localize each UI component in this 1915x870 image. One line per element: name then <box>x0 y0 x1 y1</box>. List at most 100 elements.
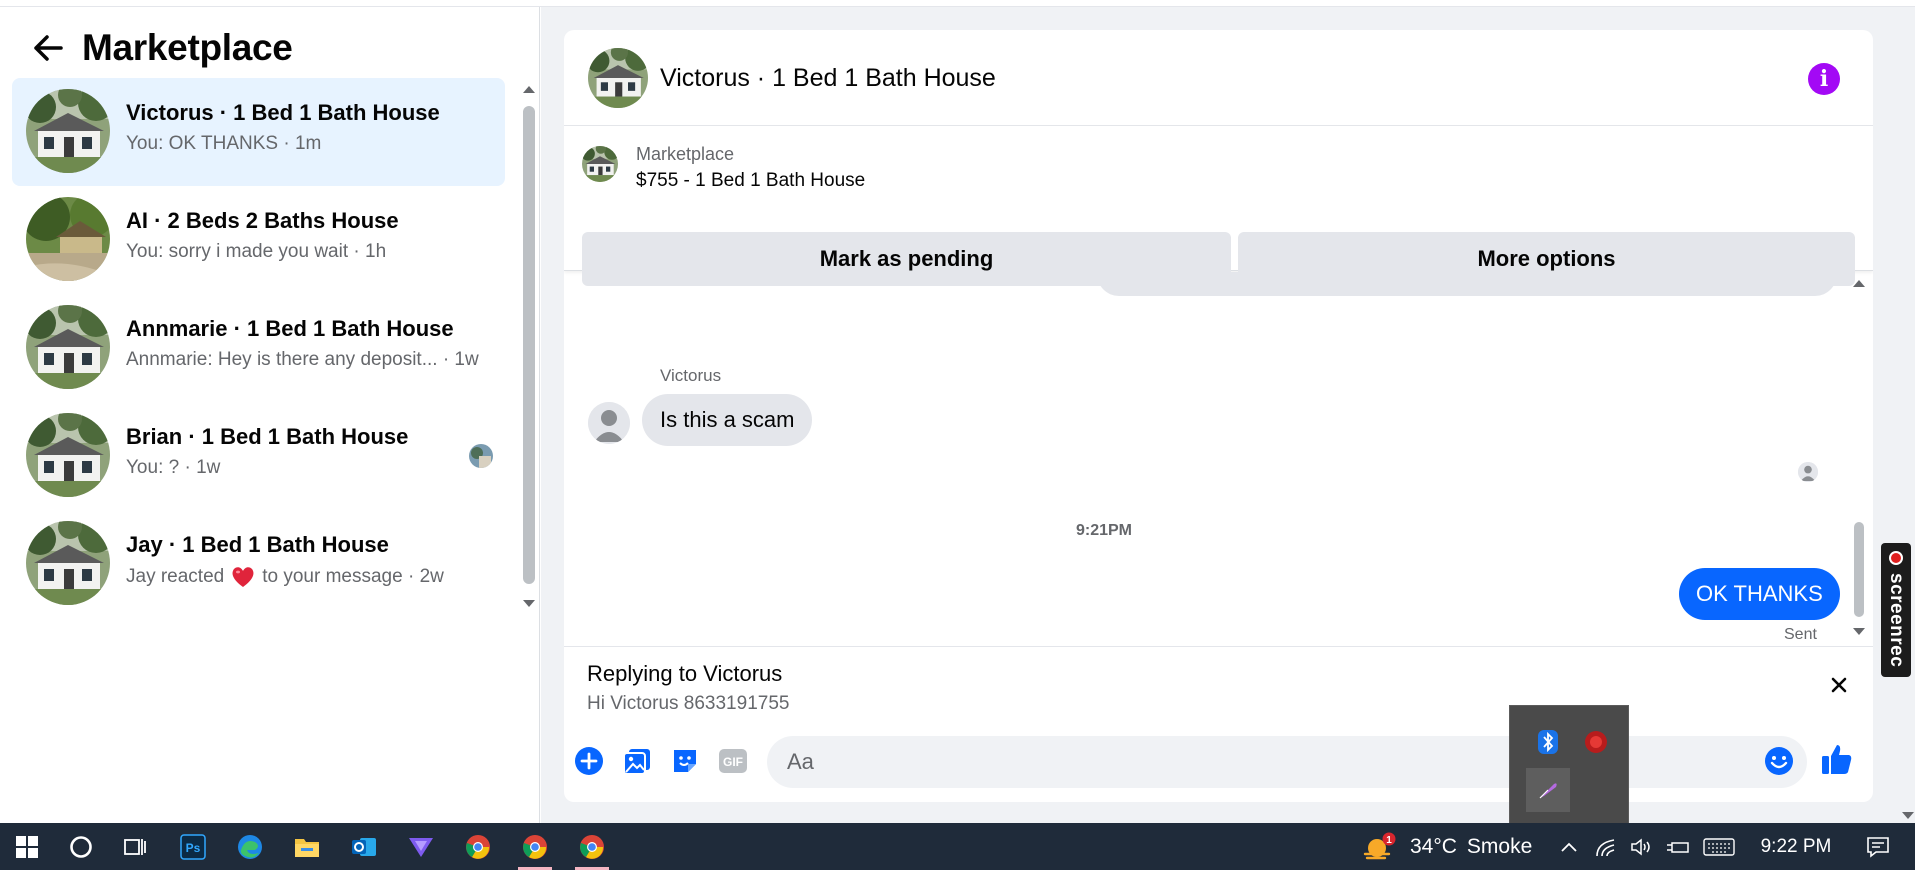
edge-icon <box>238 834 262 859</box>
folder-icon <box>295 838 319 857</box>
taskbar-edge[interactable] <box>227 823 273 870</box>
emoji-button[interactable] <box>1762 744 1796 778</box>
tray-overflow-popup <box>1509 705 1629 825</box>
scrollbar-thumb[interactable] <box>523 106 535 584</box>
listing-thumbnail[interactable] <box>582 146 618 182</box>
previous-message-bubble <box>1097 272 1837 296</box>
taskbar-vpn[interactable] <box>398 823 444 870</box>
conversation-preview: You: OK THANKS · 1m <box>126 133 322 154</box>
thumbs-up-icon <box>1822 745 1852 774</box>
back-button[interactable] <box>28 28 68 68</box>
network-tray-button[interactable] <box>1590 823 1622 870</box>
task-view-button[interactable] <box>112 823 158 870</box>
listing-banner: Marketplace $755 - 1 Bed 1 Bath House Ma… <box>564 126 1873 286</box>
arrow-left-icon <box>34 35 63 61</box>
taskbar-chrome-3[interactable] <box>569 823 615 870</box>
vpn-triangle-icon <box>409 837 433 857</box>
conversation-title: Victorus · 1 Bed 1 Bath House <box>126 100 440 125</box>
sidebar-header: Marketplace <box>28 26 293 70</box>
incoming-message-bubble[interactable]: Is this a scam <box>642 394 813 446</box>
scroll-up-icon[interactable] <box>1853 280 1865 287</box>
sidebar-scrollbar[interactable] <box>521 80 537 610</box>
page-scroll-down-icon[interactable] <box>1902 812 1914 819</box>
keyboard-icon <box>1703 837 1735 856</box>
keyboard-tray-button[interactable] <box>1700 823 1738 870</box>
message-composer: GIF <box>564 730 1873 794</box>
info-button[interactable]: i <box>1808 63 1840 95</box>
reply-title: Replying to Victorus <box>587 661 783 686</box>
listing-thumbnail <box>26 305 110 389</box>
conversation-preview: Annmarie: Hey is there any deposit... · … <box>126 349 479 370</box>
outgoing-message-bubble[interactable]: OK THANKS <box>1679 568 1840 620</box>
screenrec-widget[interactable]: screenrec <box>1881 543 1911 677</box>
bluetooth-icon <box>1538 730 1558 754</box>
show-hidden-icons-button[interactable] <box>1554 823 1584 870</box>
read-receipt-avatar <box>1798 462 1818 482</box>
listing-thumbnail <box>26 413 110 497</box>
seen-avatar <box>469 444 493 468</box>
scroll-down-icon[interactable] <box>1853 628 1865 635</box>
conversation-preview: You: sorry i made you wait · 1h <box>126 241 387 262</box>
sender-name: Victorus <box>660 366 722 385</box>
listing-label: Marketplace <box>636 144 735 164</box>
preview-text-start: Jay reacted <box>126 566 225 587</box>
conversation-item-brian[interactable]: Brian · 1 Bed 1 Bath House You: ? · 1w <box>12 402 505 510</box>
conversation-preview: Jay reacted to your message · 2w <box>126 565 444 589</box>
gif-icon: GIF <box>719 749 747 773</box>
sticker-button[interactable] <box>668 744 702 778</box>
battery-tray-button[interactable] <box>1662 823 1694 870</box>
conversation-item-victorus[interactable]: Victorus · 1 Bed 1 Bath House You: OK TH… <box>12 78 505 186</box>
attach-photo-button[interactable] <box>620 744 654 778</box>
more-actions-button[interactable] <box>572 744 606 778</box>
thread-scrollbar[interactable] <box>1851 272 1867 642</box>
photoshop-icon: Ps <box>180 833 206 860</box>
outlook-icon <box>352 837 376 856</box>
search-button[interactable] <box>58 823 104 870</box>
conversation-item-ai[interactable]: AI · 2 Beds 2 Baths House You: sorry i m… <box>12 186 505 294</box>
heart-icon <box>232 567 254 587</box>
weather-widget-icon[interactable]: 1 <box>1362 823 1398 870</box>
sticker-icon <box>674 750 696 772</box>
weather-temperature: 34°C <box>1410 834 1457 858</box>
notifications-button[interactable] <box>1858 823 1898 870</box>
taskbar-chrome-2[interactable] <box>512 823 558 870</box>
scroll-down-icon[interactable] <box>523 600 535 607</box>
scrollbar-thumb[interactable] <box>1854 522 1864 617</box>
conversation-item-jay[interactable]: Jay · 1 Bed 1 Bath House Jay reacted to … <box>12 510 505 618</box>
chat-header: Victorus · 1 Bed 1 Bath House i <box>564 30 1873 126</box>
clock[interactable]: 9:22 PM <box>1752 823 1840 870</box>
power-plug-icon <box>1667 841 1689 853</box>
record-icon <box>1889 551 1903 565</box>
taskbar-file-explorer[interactable] <box>284 823 330 870</box>
volume-tray-button[interactable] <box>1626 823 1658 870</box>
close-reply-button[interactable] <box>1823 669 1855 701</box>
sender-avatar[interactable] <box>588 402 630 444</box>
feather-icon <box>1539 783 1557 799</box>
svg-text:1: 1 <box>1386 835 1392 846</box>
chat-avatar[interactable] <box>588 48 648 108</box>
taskbar-chrome-1[interactable] <box>455 823 501 870</box>
taskbar-outlook[interactable] <box>341 823 387 870</box>
task-view-icon <box>124 838 146 855</box>
conversation-title: AI · 2 Beds 2 Baths House <box>126 208 399 233</box>
bluetooth-tray-button[interactable] <box>1526 720 1570 764</box>
chat-panel: Victorus · 1 Bed 1 Bath House i Marketpl… <box>564 30 1873 802</box>
chrome-icon <box>466 834 490 859</box>
weather-text[interactable]: 34°C Smoke <box>1410 823 1534 870</box>
svg-text:Ps: Ps <box>186 841 201 855</box>
like-button[interactable] <box>1820 742 1854 776</box>
message-input[interactable] <box>767 736 1807 788</box>
start-button[interactable] <box>4 823 50 870</box>
pen-tray-button[interactable] <box>1526 768 1570 812</box>
listing-price-title[interactable]: $755 - 1 Bed 1 Bath House <box>636 170 865 192</box>
message-status: Sent <box>1784 626 1817 643</box>
taskbar-photoshop[interactable]: Ps <box>170 823 216 870</box>
windows-taskbar: Ps 1 34°C Smoke 9:22 PM <box>0 823 1915 870</box>
scroll-up-icon[interactable] <box>523 86 535 93</box>
chrome-icon <box>523 834 547 859</box>
screenrec-tray-button[interactable] <box>1574 720 1618 764</box>
gif-button[interactable]: GIF <box>716 744 750 778</box>
chat-title[interactable]: Victorus · 1 Bed 1 Bath House <box>660 64 996 93</box>
chrome-icon <box>580 834 604 859</box>
conversation-item-annmarie[interactable]: Annmarie · 1 Bed 1 Bath House Annmarie: … <box>12 294 505 402</box>
